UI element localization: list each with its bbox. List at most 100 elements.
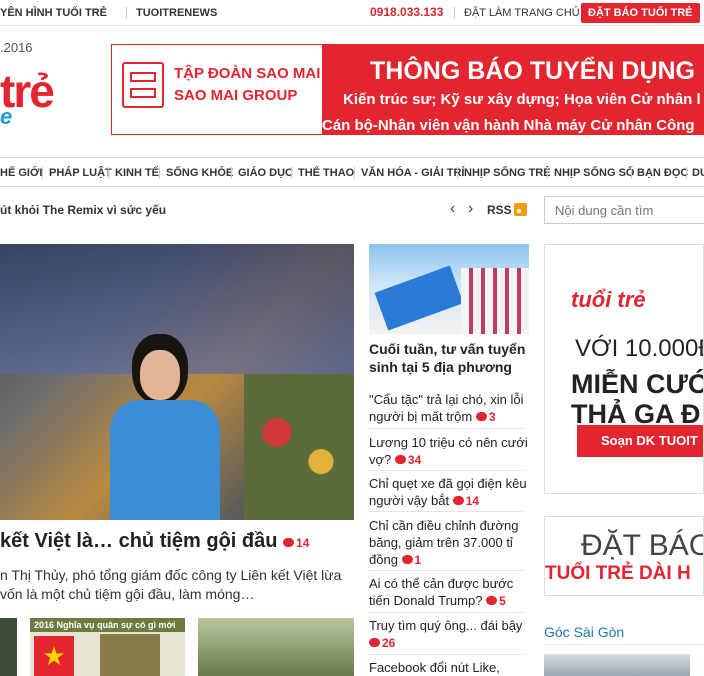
comment-value: 26	[382, 636, 396, 650]
list-item-title[interactable]: Chỉ quẹt xe đã gọi điện kêu người vậy bắ…	[369, 476, 527, 508]
divider	[126, 7, 127, 19]
news-ticker[interactable]: út khỏi The Remix vì sức yếu	[0, 203, 166, 217]
hotline-phone: 0918.033.133	[370, 5, 444, 19]
list-item-title[interactable]: Lương 10 triệu có nên cưới vợ?	[369, 435, 528, 467]
comment-icon	[401, 555, 413, 564]
comment-value: 14	[465, 494, 480, 508]
list-item-title[interactable]: Chỉ cần điều chỉnh đường băng, giảm trên…	[369, 518, 519, 567]
comment-count: 1	[401, 553, 422, 567]
comment-count: 3	[475, 410, 496, 424]
comment-count: 26	[369, 636, 395, 650]
list-item[interactable]: Chỉ cần điều chỉnh đường băng, giảm trên…	[369, 517, 529, 569]
ad-cta: Soạn DK TUOIT	[577, 425, 703, 457]
nav-item-education[interactable]: GIÁO DỤC	[238, 167, 293, 179]
banner-left-panel: TẬP ĐOÀN SAO MAI SAO MAI GROUP	[112, 45, 322, 134]
list-item[interactable]: Chỉ quẹt xe đã gọi điện kêu người vậy bắ…	[369, 475, 529, 510]
search-input[interactable]	[544, 196, 704, 224]
section-title-goc-sai-gon[interactable]: Góc Sài Gòn	[544, 624, 624, 640]
hero-headline[interactable]: kết Việt là… chủ tiệm gội đầu 14	[0, 530, 309, 553]
ad2-line-1: ĐẶT BÁO	[581, 529, 704, 562]
section-image[interactable]	[544, 654, 690, 676]
comment-icon	[452, 496, 464, 505]
star-icon: ★	[34, 636, 74, 676]
subscription-ad[interactable]: ĐẶT BÁO TUỔI TRẺ DÀI H	[544, 516, 704, 596]
list-item-title[interactable]: "Cẩu tặc" trả lại chó, xin lỗi người bị …	[369, 392, 523, 424]
list-item[interactable]: Truy tìm quý ông... đái bậy 26	[369, 617, 529, 652]
nav-item-health[interactable]: SỐNG KHỎE	[166, 167, 233, 179]
banner-positions-1: Kiến trúc sư; Kỹ sư xây dựng; Họa viên C…	[343, 91, 701, 108]
divider	[454, 7, 455, 19]
nav-item-digital[interactable]: NHỊP SỐNG SỐ	[554, 167, 634, 179]
thumb-military-service[interactable]: 2016 Nghĩa vụ quân sự có gì mới ★	[30, 618, 185, 676]
divider	[369, 654, 523, 655]
site-logo[interactable]: trẻ e	[0, 65, 70, 129]
list-item[interactable]: Ai có thể cản được bước tiến Donald Trum…	[369, 575, 529, 610]
ad-logo: tuổi trẻ	[571, 287, 646, 312]
top-bar: YÊN HÌNH TUỔI TRẺ TUOITRENEWS 0918.033.1…	[0, 0, 704, 26]
ad-line-2: MIỄN CƯỚ	[571, 369, 704, 399]
hero-title-text[interactable]: kết Việt là… chủ tiệm gội đầu	[0, 530, 277, 552]
hero-image[interactable]	[0, 244, 354, 520]
nav-item-readers[interactable]: BẠN ĐỌC	[637, 167, 688, 179]
list-item-title[interactable]: Truy tìm quý ông... đái bậy	[369, 618, 522, 633]
sms-promo-ad[interactable]: tuổi trẻ VỚI 10.000Đ MIỄN CƯỚ THẢ GA Đ S…	[544, 244, 704, 494]
comment-count: 34	[394, 453, 422, 467]
divider	[369, 428, 523, 429]
thumb-image[interactable]	[0, 618, 17, 676]
current-date: .2016	[0, 40, 33, 55]
banner-company-name-en: SAO MAI GROUP	[174, 87, 298, 104]
top-link-tuoitrenews[interactable]: TUOITRENEWS	[136, 7, 217, 19]
comment-icon	[369, 638, 380, 647]
divider	[369, 470, 523, 471]
comment-icon	[394, 455, 406, 464]
top-link-tv[interactable]: YÊN HÌNH TUỔI TRẺ	[0, 7, 107, 19]
nav-item-world[interactable]: HẾ GIỚI	[0, 167, 42, 179]
comment-value: 34	[407, 453, 422, 467]
comment-count: 14	[452, 494, 480, 508]
main-nav: HẾ GIỚI PHÁP LUẬT KINH TẾ SỐNG KHỎE GIÁO…	[0, 157, 704, 187]
nav-item-economy[interactable]: KINH TẾ	[115, 167, 159, 179]
thumb-caption: 2016 Nghĩa vụ quân sự có gì mới	[30, 618, 185, 632]
list-item[interactable]: Lương 10 triệu có nên cưới vợ? 34	[369, 434, 529, 469]
chevron-right-icon[interactable]: ›	[468, 200, 473, 218]
chevron-left-icon[interactable]: ‹	[450, 200, 455, 218]
divider	[544, 644, 704, 645]
list-item[interactable]: "Cẩu tặc" trả lại chó, xin lỗi người bị …	[369, 391, 529, 426]
subscribe-button[interactable]: ĐẶT BÁO TUỔI TRẺ	[581, 3, 700, 23]
set-homepage-link[interactable]: ĐẶT LÀM TRANG CHỦ	[464, 7, 580, 19]
banner-positions-2: Cán bộ-Nhân viên vận hành Nhà máy Cử nhâ…	[322, 117, 695, 134]
rss-icon[interactable]	[514, 203, 527, 216]
comment-icon	[283, 538, 295, 547]
comment-count: 5	[486, 594, 506, 608]
comment-value: 5	[499, 594, 506, 608]
comment-value: 3	[488, 410, 496, 424]
comment-value: 1	[414, 553, 422, 567]
featured-article-image[interactable]	[369, 244, 529, 334]
thumb-image-2[interactable]	[198, 618, 354, 676]
banner-right-panel: THÔNG BÁO TUYỂN DỤNG N Kiến trúc sư; Kỹ …	[322, 45, 704, 134]
divider	[369, 511, 523, 512]
list-item[interactable]: Facebook đổi nút Like,	[369, 659, 529, 676]
comment-icon	[475, 412, 487, 421]
nav-item-sports[interactable]: THỂ THAO	[298, 167, 354, 179]
hero-comment-count[interactable]: 14	[283, 536, 309, 550]
hero-comment-value: 14	[296, 536, 310, 550]
banner-company-name: TẬP ĐOÀN SAO MAI	[174, 65, 321, 82]
nav-item-law[interactable]: PHÁP LUẬT	[49, 167, 112, 179]
ad2-line-2: TUỔI TRẺ DÀI H	[545, 563, 691, 584]
rss-label[interactable]: RSS	[487, 203, 512, 217]
nav-item-culture[interactable]: VĂN HÓA - GIẢI TRÍ	[361, 167, 464, 179]
comment-icon	[486, 596, 498, 605]
featured-article-title[interactable]: Cuối tuần, tư vấn tuyển sinh tại 5 địa p…	[369, 340, 529, 376]
logo-online: e	[0, 104, 13, 129]
recruitment-banner-ad[interactable]: TẬP ĐOÀN SAO MAI SAO MAI GROUP THÔNG BÁO…	[111, 44, 704, 135]
nav-item-travel[interactable]: DU	[692, 167, 704, 179]
banner-headline: THÔNG BÁO TUYỂN DỤNG N	[370, 57, 704, 85]
ad-line-1: VỚI 10.000Đ	[575, 335, 704, 362]
hero-summary: n Thị Thủy, phó tổng giám đốc công ty Li…	[0, 567, 342, 602]
nav-item-youth[interactable]: NHỊP SỐNG TRẺ	[464, 167, 551, 179]
list-item-title[interactable]: Facebook đổi nút Like,	[369, 660, 500, 675]
divider	[369, 612, 523, 613]
sao-mai-logo-icon	[122, 62, 164, 108]
divider	[369, 570, 523, 571]
